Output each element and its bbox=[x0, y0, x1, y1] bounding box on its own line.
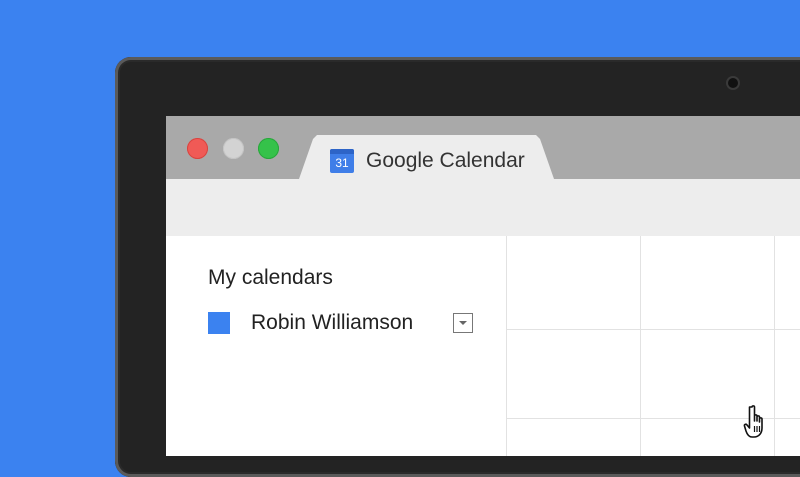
tab-title: Google Calendar bbox=[366, 149, 525, 172]
toolbar bbox=[166, 179, 800, 236]
calendar-name: Robin Williamson bbox=[251, 311, 414, 334]
calendar-color-swatch[interactable] bbox=[208, 312, 230, 334]
tab-google-calendar[interactable]: 31 Google Calendar bbox=[299, 135, 554, 179]
grid-row-divider bbox=[507, 329, 800, 330]
my-calendars-heading: My calendars bbox=[208, 266, 333, 289]
webcam bbox=[728, 78, 738, 88]
browser-window: 31 Google Calendar My calendars Robin Wi… bbox=[166, 116, 800, 456]
title-bar: 31 Google Calendar bbox=[166, 116, 800, 179]
minimize-button[interactable] bbox=[223, 138, 244, 159]
calendar-icon-number: 31 bbox=[335, 156, 349, 170]
grid-column-divider bbox=[774, 236, 775, 456]
chevron-down-icon[interactable] bbox=[453, 313, 473, 333]
hand-pointer-icon bbox=[743, 405, 763, 438]
maximize-button[interactable] bbox=[258, 138, 279, 159]
grid-column-divider bbox=[640, 236, 641, 456]
calendar-icon: 31 bbox=[330, 149, 354, 173]
close-button[interactable] bbox=[187, 138, 208, 159]
sidebar: My calendars Robin Williamson bbox=[166, 236, 506, 456]
calendar-list-item[interactable]: Robin Williamson bbox=[208, 308, 478, 338]
